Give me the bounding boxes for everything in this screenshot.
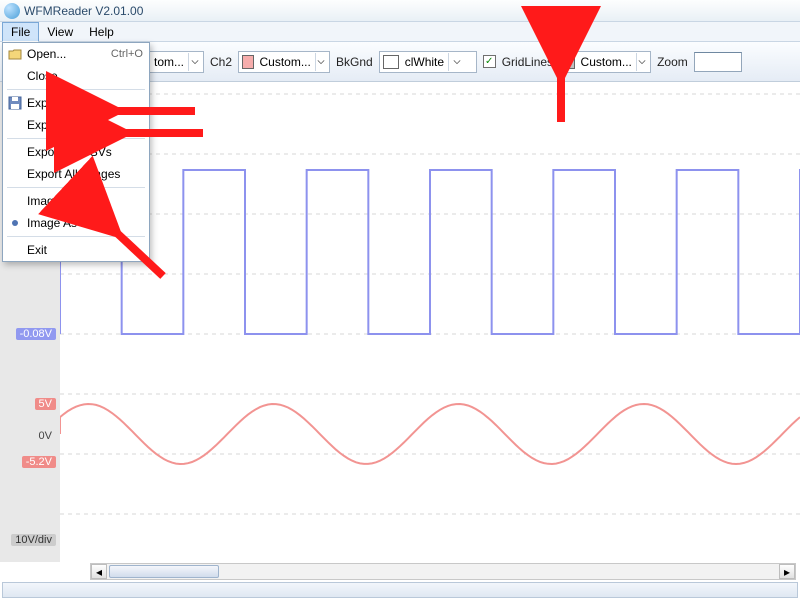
scroll-thumb[interactable] [109,565,219,578]
menu-open-shortcut: Ctrl+O [111,48,143,60]
marker-zero: 0V [35,430,56,442]
menu-separator [7,187,145,188]
chevron-down-icon [315,53,326,71]
chevron-down-icon [636,53,647,71]
scroll-track[interactable] [107,564,779,579]
grid-color-combo[interactable]: Custom... [559,51,651,73]
scroll-right-arrow[interactable]: ▸ [779,564,795,579]
ch2-label: Ch2 [210,55,232,69]
menu-close[interactable]: Close [3,65,149,87]
menu-bar: File View Help [0,22,800,42]
scroll-left-arrow[interactable]: ◂ [91,564,107,579]
menu-export-all-csvs-label: Export All CSVs [27,145,112,159]
bullet-icon [7,215,23,231]
ch1-color-label: tom... [150,55,188,69]
menu-image-as-jpg[interactable]: Image As JPG [3,190,149,212]
menu-image-as-png-label: Image As PNG [27,216,106,230]
gridlines-label: GridLines [502,55,553,69]
horizontal-scrollbar[interactable]: ◂ ▸ [90,563,796,580]
save-icon [7,95,23,111]
grid-color-value: Custom... [577,55,636,69]
bkgnd-swatch [383,55,399,69]
gridlines-checkbox[interactable] [483,55,496,68]
y-scale-label: 10V/div [11,534,56,546]
ch2-swatch [242,55,253,69]
menu-file[interactable]: File [2,22,39,42]
menu-export-all-images-label: Export All Images [27,167,120,181]
bkgnd-label: BkGnd [336,55,373,69]
menu-close-label: Close [27,69,58,83]
menu-help[interactable]: Help [81,23,122,41]
marker-ch2-top: 5V [35,398,56,410]
grid-swatch [563,55,574,69]
window-title: WFMReader V2.01.00 [24,4,143,18]
chevron-down-icon [448,53,464,71]
menu-open-label: Open... [27,47,66,61]
zoom-label: Zoom [657,55,688,69]
status-bar [2,582,798,598]
menu-open[interactable]: Open... Ctrl+O [3,43,149,65]
menu-image-as-jpg-label: Image As JPG [27,194,104,208]
marker-ch2-bottom: -5.2V [22,456,56,468]
annotation-arrow [108,224,178,287]
menu-exit-label: Exit [27,243,47,257]
menu-export-all-images[interactable]: Export All Images [3,163,149,185]
marker-ch1-offset: -0.08V [16,328,56,340]
folder-open-icon [7,46,23,62]
ch2-color-value: Custom... [256,55,315,69]
ch2-color-combo[interactable]: Custom... [238,51,330,73]
ch1-color-combo[interactable]: tom... [146,51,204,73]
menu-export-csv-label: Export CSV [27,96,90,110]
annotation-arrow [118,120,208,149]
app-icon [4,3,20,19]
title-bar: WFMReader V2.01.00 [0,0,800,22]
menu-export-image-label: Export Image [27,118,98,132]
chevron-down-icon [188,53,200,71]
bkgnd-value: clWhite [401,55,448,69]
annotation-arrow [546,72,576,131]
menu-view[interactable]: View [39,23,81,41]
zoom-input[interactable] [694,52,742,72]
bkgnd-combo[interactable]: clWhite [379,51,477,73]
menu-separator [7,89,145,90]
waveform-canvas[interactable] [60,82,800,562]
